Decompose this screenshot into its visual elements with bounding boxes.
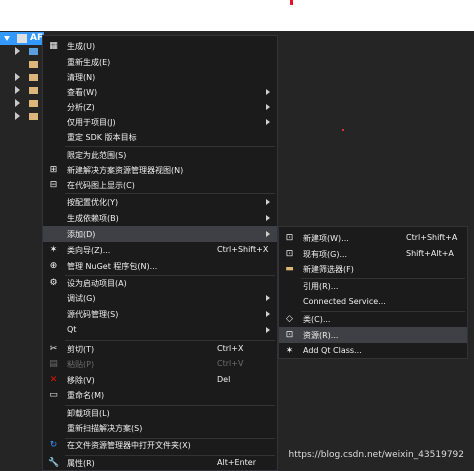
scissors-icon: ✂ <box>49 344 58 354</box>
tree-node[interactable] <box>0 58 40 72</box>
menu-item-rename[interactable]: ▭ 重命名(M) <box>43 387 277 403</box>
existing-item-icon: ⊡ <box>285 249 294 259</box>
menu-item-unload-project[interactable]: 卸载项目(L) <box>43 405 277 421</box>
menu-item-build-dependencies[interactable]: 生成依赖项(B) <box>43 210 277 226</box>
expand-right-icon[interactable] <box>15 86 20 94</box>
tree-node[interactable] <box>0 84 40 98</box>
folder-icon <box>29 61 38 68</box>
menu-item-cut[interactable]: ✂ 剪切(T) Ctrl+X <box>43 341 277 357</box>
tree-node[interactable] <box>0 45 40 59</box>
menu-item-scope-to-this[interactable]: 限定为此范围(S) <box>43 147 277 163</box>
refresh-arrow-icon: ↻ <box>49 440 58 450</box>
menu-item-new-explorer-view[interactable]: ⊞ 新建解决方案资源管理器视图(N) <box>43 162 277 178</box>
project-node-selected[interactable]: AF <box>0 32 44 45</box>
chevron-right-icon <box>266 295 270 301</box>
menu-item-source-control[interactable]: 源代码管理(S) <box>43 306 277 322</box>
menu-item-rescan-solution[interactable]: 重新扫描解决方案(S) <box>43 420 277 436</box>
submenu-item-reference[interactable]: 引用(R)... <box>279 278 467 294</box>
submenu-item-existing-item[interactable]: ⊡ 现有项(G)... Shift+Alt+A <box>279 246 467 262</box>
menu-item-pgo[interactable]: 按配置优化(Y) <box>43 194 277 210</box>
chevron-right-icon <box>266 104 270 110</box>
submenu-item-connected-service[interactable]: Connected Service... <box>279 294 467 310</box>
red-dot <box>342 129 344 131</box>
menu-item-qt[interactable]: Qt <box>43 322 277 338</box>
chevron-right-icon <box>266 89 270 95</box>
add-submenu: ⊡ 新建项(W)... Ctrl+Shift+A ⊡ 现有项(G)... Shift+A… <box>278 226 468 359</box>
qt-class-icon: ✶ <box>285 346 294 356</box>
menu-item-rebuild[interactable]: 重新生成(E) <box>43 54 277 70</box>
menu-item-debug[interactable]: 调试(G) <box>43 290 277 306</box>
menu-item-build[interactable]: ▦ 生成(U) <box>43 38 277 54</box>
top-white-area <box>0 0 474 31</box>
folder-icon <box>29 74 38 81</box>
expand-right-icon[interactable] <box>15 47 20 55</box>
paste-icon: ▤ <box>49 359 58 369</box>
tree-node[interactable] <box>0 71 40 85</box>
menu-item-manage-nuget[interactable]: ⊕ 管理 NuGet 程序包(N)... <box>43 258 277 274</box>
nuget-icon: ⊕ <box>49 261 58 271</box>
submenu-item-class[interactable]: ◇ 类(C)... <box>279 311 467 327</box>
context-menu: ▦ 生成(U) 重新生成(E) 清理(N) 查看(W) 分析(Z) 仅用于项目(J… <box>42 35 278 471</box>
folder-icon <box>29 87 38 94</box>
class-wizard-icon: ✶ <box>49 245 58 255</box>
folder-icon <box>29 113 38 120</box>
reference-icon <box>29 48 38 55</box>
class-icon: ◇ <box>286 314 293 324</box>
menu-item-remove[interactable]: ✕ 移除(V) Del <box>43 372 277 388</box>
submenu-item-resource[interactable]: ⊡ 资源(R)... <box>279 327 467 343</box>
submenu-item-new-item[interactable]: ⊡ 新建项(W)... Ctrl+Shift+A <box>279 230 467 246</box>
wrench-icon: 🔧 <box>48 458 60 468</box>
menu-item-class-wizard[interactable]: ✶ 类向导(Z)... Ctrl+Shift+X <box>43 242 277 258</box>
menu-item-paste[interactable]: ▤ 粘贴(P) Ctrl+V <box>43 356 277 372</box>
expand-right-icon[interactable] <box>15 99 20 107</box>
menu-item-add[interactable]: 添加(D) <box>43 226 277 242</box>
expand-right-icon[interactable] <box>15 112 20 120</box>
expand-down-icon[interactable] <box>4 36 10 41</box>
build-icon: ▦ <box>49 41 58 51</box>
red-mark <box>290 0 293 5</box>
gear-icon: ⚙ <box>49 278 58 288</box>
menu-item-open-in-explorer[interactable]: ↻ 在文件资源管理器中打开文件夹(X) <box>43 437 277 453</box>
folder-icon: ▬ <box>285 264 294 274</box>
expand-right-icon[interactable] <box>15 73 20 81</box>
chevron-right-icon <box>266 215 270 221</box>
menu-item-analyze[interactable]: 分析(Z) <box>43 99 277 115</box>
resource-icon: ⊡ <box>285 330 294 340</box>
menu-item-set-startup[interactable]: ⚙ 设为启动项目(A) <box>43 275 277 291</box>
chevron-right-icon <box>266 119 270 125</box>
rename-icon: ▭ <box>49 390 58 400</box>
menu-item-view[interactable]: 查看(W) <box>43 84 277 100</box>
menu-item-show-on-code-map[interactable]: ⊟ 在代码图上显示(C) <box>43 177 277 193</box>
chevron-right-icon <box>266 231 270 237</box>
new-item-icon: ⊡ <box>285 233 294 243</box>
menu-item-properties[interactable]: 🔧 属性(R) Alt+Enter <box>43 455 277 471</box>
new-view-icon: ⊞ <box>49 165 58 175</box>
submenu-item-add-qt-class[interactable]: ✶ Add Qt Class... <box>279 343 467 359</box>
menu-item-project-only[interactable]: 仅用于项目(J) <box>43 114 277 130</box>
code-map-icon: ⊟ <box>49 180 58 190</box>
folder-icon <box>29 100 38 107</box>
project-icon <box>17 34 27 43</box>
menu-item-clean[interactable]: 清理(N) <box>43 69 277 85</box>
submenu-item-new-filter[interactable]: ▬ 新建筛选器(F) <box>279 261 467 277</box>
watermark: https://blog.csdn.net/weixin_43519792 <box>288 450 464 460</box>
remove-x-icon: ✕ <box>49 375 58 385</box>
chevron-right-icon <box>266 199 270 205</box>
tree-node[interactable] <box>0 97 40 111</box>
chevron-right-icon <box>266 327 270 333</box>
menu-item-retarget-sdk[interactable]: 重定 SDK 版本目标 <box>43 129 277 145</box>
tree-node[interactable] <box>0 110 40 124</box>
chevron-right-icon <box>266 311 270 317</box>
